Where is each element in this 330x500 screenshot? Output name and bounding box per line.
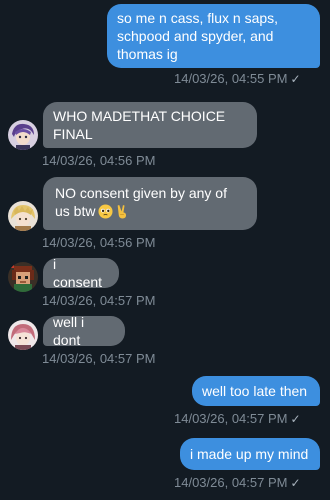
chat-thread: so me n cass, flux n saps, schpood and s…: [0, 0, 330, 500]
message-timestamp: 14/03/26, 04:57 PM: [42, 293, 156, 308]
read-check-icon: ✓: [290, 72, 301, 86]
pink-hair-avatar[interactable]: [8, 320, 38, 350]
purple-hair-avatar[interactable]: [8, 120, 38, 150]
message-text: WHO MADETHAT CHOICE FINAL: [53, 108, 226, 142]
message-text: well too late then: [202, 383, 308, 399]
message-bubble-outgoing[interactable]: well too late then: [192, 376, 320, 406]
pixel-avatar[interactable]: [8, 262, 38, 292]
message-text: well i dont: [53, 314, 85, 348]
message-bubble-outgoing[interactable]: i made up my mind: [180, 438, 320, 470]
message-text: i consent: [53, 256, 103, 290]
message-bubble-incoming[interactable]: well i dont: [43, 314, 125, 348]
message-text: i made up my mind: [190, 446, 309, 462]
message-text: NO consent given by any of us btw: [55, 184, 227, 223]
message-timestamp: 14/03/26, 04:57 PM ✓: [174, 411, 301, 426]
victory-hand-icon: [116, 204, 129, 223]
message-bubble-incoming[interactable]: NO consent given by any of us btw: [43, 177, 257, 230]
message-timestamp: 14/03/26, 04:57 PM: [42, 351, 156, 366]
message-text: so me n cass, flux n saps, schpood and s…: [117, 10, 279, 62]
message-timestamp: 14/03/26, 04:57 PM ✓: [174, 475, 301, 490]
read-check-icon: ✓: [290, 412, 301, 426]
message-timestamp: 14/03/26, 04:56 PM: [42, 153, 156, 168]
message-bubble-incoming[interactable]: WHO MADETHAT CHOICE FINAL: [43, 102, 257, 148]
message-timestamp: 14/03/26, 04:56 PM: [42, 235, 156, 250]
read-check-icon: ✓: [290, 476, 301, 490]
message-timestamp: 14/03/26, 04:55 PM ✓: [174, 71, 301, 86]
blonde-avatar[interactable]: [8, 201, 38, 231]
pleading-face-icon: [98, 204, 113, 223]
message-bubble-incoming[interactable]: i consent: [43, 256, 119, 290]
message-bubble-outgoing[interactable]: so me n cass, flux n saps, schpood and s…: [107, 4, 320, 68]
